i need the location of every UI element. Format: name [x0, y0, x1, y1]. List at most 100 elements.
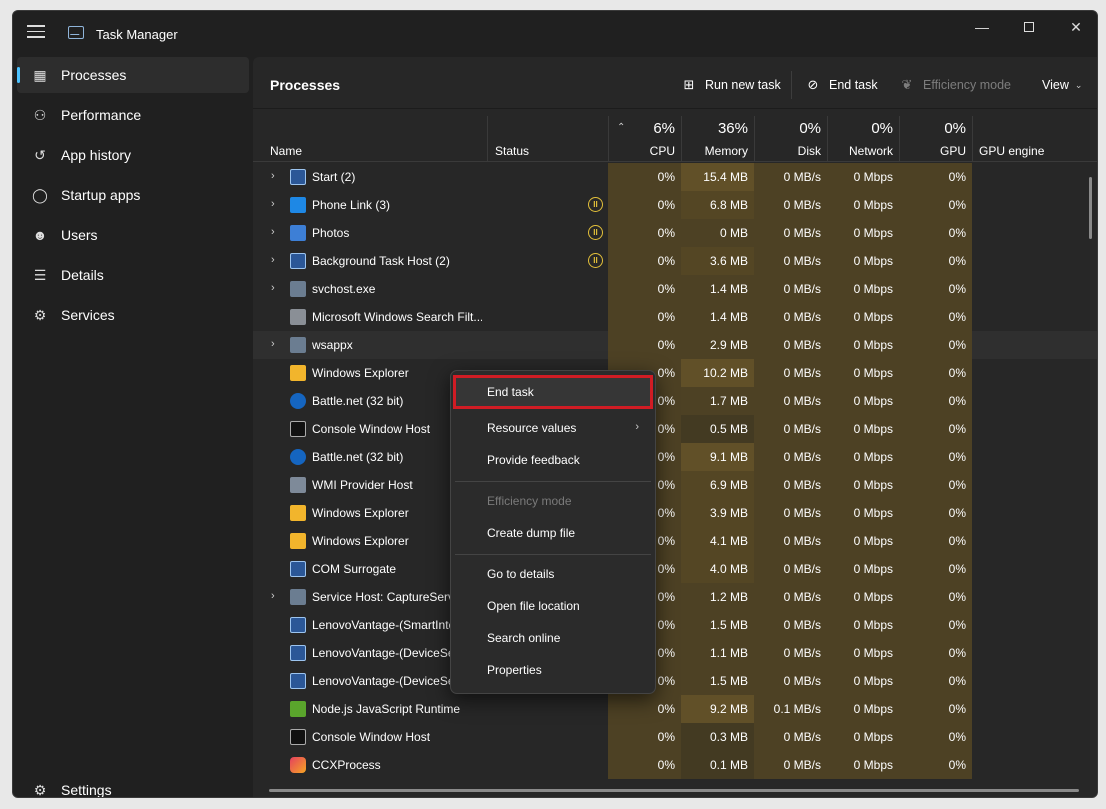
table-row[interactable]: LenovoVantage-(SmartInte 0% 1.5 MB 0 MB/s 0 … — [253, 611, 1097, 639]
menu-item-label: Create dump file — [487, 526, 576, 540]
console-window-host-icon — [290, 729, 306, 745]
windows-explorer-icon — [290, 533, 306, 549]
table-row[interactable]: Console Window Host 0% 0.5 MB 0 MB/s 0 Mbps 0… — [253, 415, 1097, 443]
minimize-icon: — — [975, 19, 989, 35]
windows-explorer-icon — [290, 505, 306, 521]
table-row[interactable]: LenovoVantage-(DeviceSe 0% 1.5 MB 0 MB/s 0 M… — [253, 667, 1097, 695]
table-row[interactable]: LenovoVantage-(DeviceSe 0% 1.1 MB 0 MB/s 0 M… — [253, 639, 1097, 667]
context-menu-provide-feedback[interactable]: Provide feedback — [455, 445, 651, 475]
table-row[interactable]: CCXProcess 0% 0.1 MB 0 MB/s 0 Mbps 0% — [253, 751, 1097, 779]
table-row[interactable]: Node.js JavaScript Runtime 0% 9.2 MB 0.1 MB… — [253, 695, 1097, 723]
network-cell: 0 Mbps — [827, 303, 899, 331]
app-history-icon: ↺ — [34, 146, 46, 163]
table-row[interactable]: › svchost.exe 0% 1.4 MB 0 MB/s 0 Mbps 0% — [253, 275, 1097, 303]
table-row[interactable]: Console Window Host 0% 0.3 MB 0 MB/s 0 Mbps 0… — [253, 723, 1097, 751]
context-menu-open-file-location[interactable]: Open file location — [455, 591, 651, 621]
sidebar-item-processes[interactable]: ▦ Processes — [17, 57, 249, 93]
disk-cell: 0 MB/s — [754, 527, 827, 555]
chevron-down-icon: ⌄ — [1074, 79, 1083, 90]
column-header-gpu-engine[interactable]: GPU engine — [973, 116, 1097, 162]
column-label: Name — [270, 144, 303, 158]
context-menu-resource-values[interactable]: Resource values › — [455, 413, 651, 443]
processes-icon: ▦ — [33, 66, 47, 83]
process-list: › Start (2) 0% 15.4 MB 0 MB/s 0 Mbps 0% › Phone … — [253, 163, 1097, 797]
table-row[interactable]: WMI Provider Host 0% 6.9 MB 0 MB/s 0 Mbps 0% — [253, 471, 1097, 499]
context-menu-properties[interactable]: Properties — [455, 655, 651, 685]
context-menu-end-task[interactable]: End task — [453, 375, 653, 409]
table-row[interactable]: › Background Task Host (2) II 0% 3.6 MB 0 MB/… — [253, 247, 1097, 275]
table-row[interactable]: › wsappx 0% 2.9 MB 0 MB/s 0 Mbps 0% — [253, 331, 1097, 359]
sidebar-item-details[interactable]: ☰ Details — [17, 257, 249, 293]
sidebar-item-label: Processes — [61, 67, 127, 83]
table-row[interactable]: Windows Explorer 0% 3.9 MB 0 MB/s 0 Mbps 0% — [253, 499, 1097, 527]
network-cell: 0 Mbps — [827, 219, 899, 247]
gpu-cell: 0% — [899, 527, 972, 555]
vertical-scrollbar[interactable] — [1089, 177, 1092, 239]
network-cell: 0 Mbps — [827, 527, 899, 555]
end-task-button[interactable]: ⊘ End task — [805, 75, 878, 95]
close-icon: ✕ — [1070, 18, 1082, 35]
column-header-name[interactable]: Name — [253, 116, 487, 162]
table-row[interactable]: Battle.net (32 bit) 0% 1.7 MB 0 MB/s 0 Mbps 0… — [253, 387, 1097, 415]
table-row[interactable]: Windows Explorer 0% 10.2 MB 0 MB/s 0 Mbps 0% — [253, 359, 1097, 387]
disk-cell: 0 MB/s — [754, 471, 827, 499]
view-dropdown[interactable]: View ⌄ — [1042, 75, 1082, 95]
chevron-right-icon[interactable]: › — [271, 282, 275, 294]
maximize-button[interactable] — [1006, 11, 1052, 43]
nodejs-icon — [290, 701, 306, 717]
gpu-cell: 0% — [899, 723, 972, 751]
disk-cell: 0 MB/s — [754, 303, 827, 331]
column-header-gpu[interactable]: 0% GPU — [900, 116, 972, 162]
table-row[interactable]: COM Surrogate 0% 4.0 MB 0 MB/s 0 Mbps 0% — [253, 555, 1097, 583]
column-header-status[interactable]: Status — [488, 116, 608, 162]
hamburger-menu-icon[interactable] — [27, 25, 45, 39]
chevron-right-icon[interactable]: › — [271, 226, 275, 238]
network-cell: 0 Mbps — [827, 499, 899, 527]
table-row[interactable]: Windows Explorer 0% 4.1 MB 0 MB/s 0 Mbps 0% — [253, 527, 1097, 555]
memory-cell: 0 MB — [681, 219, 754, 247]
photos-icon — [290, 225, 306, 241]
table-row[interactable]: › Phone Link (3) II 0% 6.8 MB 0 MB/s 0 Mbps 0% — [253, 191, 1097, 219]
sidebar-item-settings[interactable]: ⚙ Settings — [17, 772, 249, 798]
column-header-cpu[interactable]: ⌃ 6% CPU — [609, 116, 681, 162]
context-menu-search-online[interactable]: Search online — [455, 623, 651, 653]
context-menu-create-dump-file[interactable]: Create dump file — [455, 518, 651, 548]
sidebar-item-performance[interactable]: ⚇ Performance — [17, 97, 249, 133]
chevron-right-icon[interactable]: › — [271, 590, 275, 602]
column-header-network[interactable]: 0% Network — [828, 116, 899, 162]
minimize-button[interactable]: — — [959, 11, 1005, 43]
disk-cell: 0 MB/s — [754, 359, 827, 387]
network-total: 0% — [871, 120, 893, 137]
sidebar-item-users[interactable]: ☻ Users — [17, 217, 249, 253]
column-header-memory[interactable]: 36% Memory — [682, 116, 754, 162]
sidebar-item-startup-apps[interactable]: ◯ Startup apps — [17, 177, 249, 213]
context-menu-efficiency-mode[interactable]: Efficiency mode — [455, 486, 651, 516]
network-cell: 0 Mbps — [827, 639, 899, 667]
table-row[interactable]: › Service Host: CaptureServi 0% 1.2 MB 0 MB/… — [253, 583, 1097, 611]
network-cell: 0 Mbps — [827, 611, 899, 639]
table-row[interactable]: › Photos II 0% 0 MB 0 MB/s 0 Mbps 0% — [253, 219, 1097, 247]
column-header-disk[interactable]: 0% Disk — [755, 116, 827, 162]
run-new-task-button[interactable]: ⊞ Run new task — [681, 75, 781, 95]
chevron-right-icon[interactable]: › — [271, 254, 275, 266]
efficiency-mode-button[interactable]: ❦ Efficiency mode — [899, 75, 1011, 95]
chevron-right-icon[interactable]: › — [271, 170, 275, 182]
gpu-cell: 0% — [899, 583, 972, 611]
sidebar-item-app-history[interactable]: ↺ App history — [17, 137, 249, 173]
context-menu-go-to-details[interactable]: Go to details — [455, 559, 651, 589]
table-row[interactable]: › Start (2) 0% 15.4 MB 0 MB/s 0 Mbps 0% — [253, 163, 1097, 191]
table-row[interactable]: Battle.net (32 bit) 0% 9.1 MB 0 MB/s 0 Mbps 0… — [253, 443, 1097, 471]
sidebar-item-services[interactable]: ⚙ Services — [17, 297, 249, 333]
chevron-right-icon[interactable]: › — [271, 198, 275, 210]
lenovo-vantage-icon — [290, 645, 306, 661]
table-row[interactable]: Microsoft Windows Search Filt... 0% 1.4 MB… — [253, 303, 1097, 331]
disk-cell: 0 MB/s — [754, 723, 827, 751]
process-name: Phone Link (3) — [312, 198, 391, 212]
main-panel: Processes ⊞ Run new task ⊘ End task ❦ Ef… — [253, 57, 1097, 797]
memory-cell: 2.9 MB — [681, 331, 754, 359]
close-button[interactable]: ✕ — [1053, 11, 1097, 43]
chevron-right-icon[interactable]: › — [271, 338, 275, 350]
horizontal-scrollbar[interactable] — [269, 789, 1079, 792]
memory-cell: 6.9 MB — [681, 471, 754, 499]
network-cell: 0 Mbps — [827, 695, 899, 723]
